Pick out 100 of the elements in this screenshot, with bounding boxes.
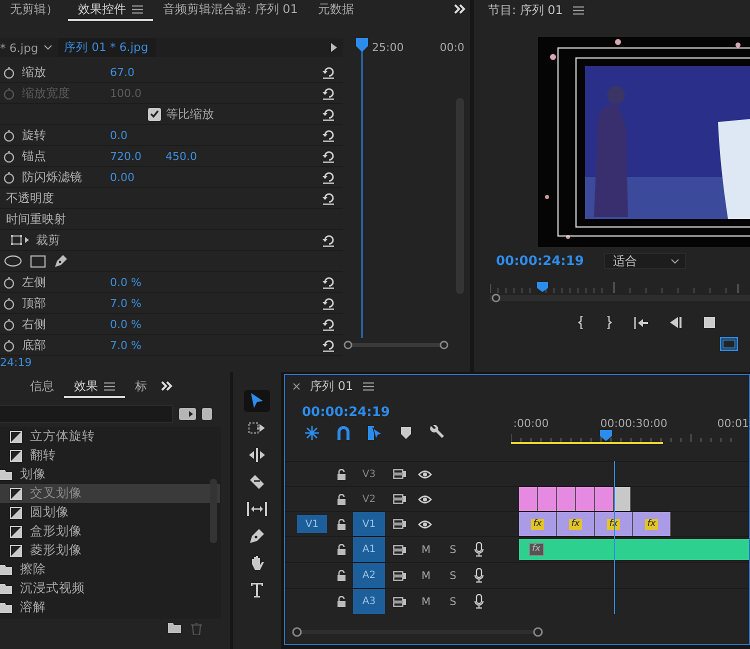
stopwatch-icon[interactable] (3, 128, 15, 142)
sequence-clip-name[interactable]: 序列 01 * 6.jpg (58, 38, 156, 57)
reset-icon[interactable] (322, 318, 335, 331)
effect-item[interactable]: 立方体旋转 (0, 427, 220, 446)
eye-icon[interactable] (418, 470, 432, 478)
property-value[interactable]: 0.0 % (110, 276, 142, 288)
panel-tab[interactable]: 元数据 (308, 0, 364, 21)
stopwatch-icon[interactable] (3, 338, 15, 352)
sync-lock-icon[interactable] (393, 469, 406, 479)
mute-button[interactable]: M (419, 570, 433, 582)
stopwatch-icon[interactable] (3, 66, 15, 78)
menu-icon[interactable] (104, 382, 115, 390)
property-value[interactable]: 0.0 % (110, 318, 142, 330)
effect-item[interactable]: 圆划像 (0, 503, 220, 522)
solo-button[interactable]: S (446, 596, 460, 608)
reset-icon[interactable] (322, 66, 335, 79)
microphone-icon[interactable] (474, 568, 484, 583)
go-to-in-icon[interactable] (634, 316, 648, 328)
hand-icon[interactable] (249, 554, 265, 572)
stopwatch-icon[interactable] (3, 318, 15, 330)
pointer-icon[interactable] (250, 392, 264, 410)
video-clip[interactable] (614, 487, 631, 511)
lock-icon[interactable] (337, 494, 346, 504)
mark-in-icon[interactable] (578, 316, 584, 329)
source-patch[interactable]: V1 (297, 515, 327, 533)
solo-button[interactable]: S (446, 544, 460, 556)
ripple-edit-icon[interactable] (248, 448, 266, 462)
panel-tab[interactable]: 效果 (64, 376, 125, 398)
effect-item[interactable]: 菱形划像 (0, 541, 220, 560)
lock-icon[interactable] (337, 518, 346, 530)
reset-icon[interactable] (322, 108, 335, 121)
video-clip[interactable]: fx (557, 512, 595, 536)
zoom-dropdown[interactable]: 适合 (604, 253, 686, 269)
track-label[interactable]: V2 (353, 487, 385, 511)
video-clip[interactable] (557, 487, 576, 511)
timecode[interactable]: 00:00:24:19 (302, 405, 390, 420)
pen-icon[interactable] (54, 254, 68, 268)
play-icon[interactable] (331, 43, 337, 52)
effect-folder[interactable]: 划像 (0, 465, 221, 484)
effect-folder[interactable]: 擦除 (0, 560, 221, 579)
stopwatch-icon[interactable] (3, 296, 15, 310)
timecode[interactable]: 00:00:24:19 (496, 254, 584, 268)
property-value[interactable]: 7.0 % (110, 296, 142, 310)
reset-icon[interactable] (322, 129, 335, 142)
property-value[interactable]: 7.0 % (110, 338, 142, 352)
mute-button[interactable]: M (419, 544, 433, 556)
reset-icon[interactable] (322, 234, 335, 247)
reset-icon[interactable] (322, 276, 335, 289)
panel-tab[interactable]: 信息 (20, 376, 64, 398)
lock-icon[interactable] (337, 570, 346, 581)
effect-item[interactable]: 交叉划像 (0, 484, 220, 503)
crop-icon[interactable] (10, 234, 30, 246)
panel-tab[interactable]: 音频剪辑混合器: 序列 01 (153, 0, 308, 21)
panel-tab[interactable]: 无剪辑） (0, 0, 68, 21)
sync-lock-icon[interactable] (393, 570, 406, 580)
linked-selection-icon[interactable] (368, 426, 383, 440)
type-tool-icon[interactable] (250, 582, 264, 598)
lock-icon[interactable] (337, 468, 346, 480)
marker-icon[interactable] (401, 426, 411, 438)
audio-clip[interactable]: fx (519, 539, 749, 560)
overflow-icon[interactable] (161, 381, 173, 391)
slip-icon[interactable] (247, 502, 267, 516)
razor-icon[interactable] (249, 474, 265, 490)
property-value[interactable]: 67.0 (110, 66, 134, 78)
lock-icon[interactable] (337, 596, 346, 607)
reset-icon[interactable] (322, 297, 335, 310)
dropdown-icon[interactable] (44, 45, 52, 50)
checkbox[interactable] (148, 108, 161, 120)
stopwatch-icon[interactable] (3, 276, 15, 288)
effect-folder[interactable]: 溶解 (0, 598, 221, 617)
video-clip[interactable] (576, 487, 595, 511)
sync-lock-icon[interactable] (393, 544, 406, 554)
panel-tab[interactable]: 标 (125, 376, 157, 398)
new-folder-icon[interactable] (168, 623, 181, 633)
lock-icon[interactable] (337, 544, 346, 555)
solo-button[interactable]: S (446, 570, 460, 582)
video-clip[interactable] (538, 487, 557, 511)
overflow-icon[interactable] (454, 4, 466, 14)
video-clip[interactable] (595, 487, 614, 511)
zoom-scrollbar[interactable] (343, 340, 449, 350)
eye-icon[interactable] (418, 520, 432, 528)
menu-icon[interactable] (363, 382, 374, 390)
effect-folder[interactable]: 沉浸式视频 (0, 579, 221, 598)
video-clip[interactable] (519, 487, 538, 511)
close-icon[interactable] (293, 382, 300, 390)
accelerated-effects-icon[interactable] (179, 408, 196, 420)
menu-icon[interactable] (572, 6, 584, 14)
property-value[interactable]: 450.0 (166, 150, 197, 162)
microphone-icon[interactable] (474, 594, 484, 609)
wrench-icon[interactable] (429, 425, 444, 440)
effect-item[interactable]: 盒形划像 (0, 522, 220, 541)
ellipse-mask-icon[interactable] (4, 255, 22, 267)
nest-icon[interactable] (305, 426, 319, 440)
sync-lock-icon[interactable] (393, 494, 406, 504)
track-label[interactable]: V1 (353, 512, 385, 536)
video-clip[interactable]: fx (519, 512, 557, 536)
magnet-icon[interactable] (337, 426, 350, 440)
mute-button[interactable]: M (419, 596, 433, 608)
sync-lock-icon[interactable] (393, 596, 406, 606)
panel-tab[interactable]: 效果控件 (68, 0, 153, 21)
